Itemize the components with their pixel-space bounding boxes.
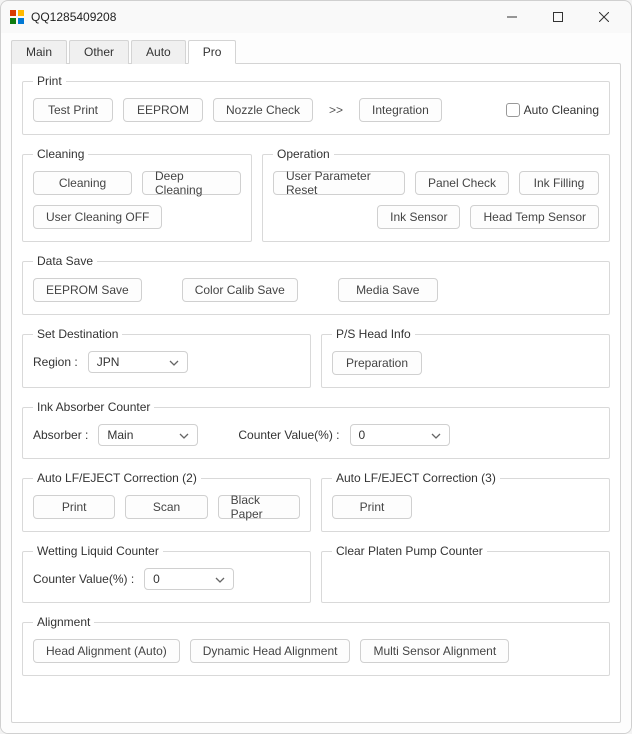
checkbox-icon <box>506 103 520 117</box>
multi-sensor-alignment-button[interactable]: Multi Sensor Alignment <box>360 639 509 663</box>
group-clear-platen-legend: Clear Platen Pump Counter <box>332 544 487 558</box>
dynamic-head-alignment-button[interactable]: Dynamic Head Alignment <box>190 639 351 663</box>
wetting-counter-select[interactable]: 0 <box>144 568 234 590</box>
user-cleaning-off-button[interactable]: User Cleaning OFF <box>33 205 162 229</box>
tab-pane-pro: Print Test Print EEPROM Nozzle Check >> … <box>11 63 621 723</box>
tab-pro[interactable]: Pro <box>188 40 237 64</box>
group-alignment-legend: Alignment <box>33 615 94 629</box>
absorber-select[interactable]: Main <box>98 424 198 446</box>
group-auto-lf-2: Auto LF/EJECT Correction (2) Print Scan … <box>22 471 311 532</box>
group-wetting-legend: Wetting Liquid Counter <box>33 544 163 558</box>
tab-auto[interactable]: Auto <box>131 40 186 64</box>
wetting-counter-label: Counter Value(%) : <box>33 572 134 586</box>
deep-cleaning-button[interactable]: Deep Cleaning <box>142 171 241 195</box>
preparation-button[interactable]: Preparation <box>332 351 422 375</box>
user-parameter-reset-button[interactable]: User Parameter Reset <box>273 171 405 195</box>
group-data-save-legend: Data Save <box>33 254 97 268</box>
group-wetting: Wetting Liquid Counter Counter Value(%) … <box>22 544 311 603</box>
group-auto-lf-2-legend: Auto LF/EJECT Correction (2) <box>33 471 201 485</box>
lf3-print-button[interactable]: Print <box>332 495 412 519</box>
group-alignment: Alignment Head Alignment (Auto) Dynamic … <box>22 615 610 676</box>
ink-filling-button[interactable]: Ink Filling <box>519 171 599 195</box>
ink-sensor-button[interactable]: Ink Sensor <box>377 205 460 229</box>
group-operation: Operation User Parameter Reset Panel Che… <box>262 147 610 242</box>
tab-other[interactable]: Other <box>69 40 129 64</box>
lf2-print-button[interactable]: Print <box>33 495 115 519</box>
lf2-black-paper-button[interactable]: Black Paper <box>218 495 300 519</box>
auto-cleaning-label: Auto Cleaning <box>524 103 599 117</box>
head-temp-sensor-button[interactable]: Head Temp Sensor <box>470 205 599 229</box>
group-print-legend: Print <box>33 74 66 88</box>
integration-button[interactable]: Integration <box>359 98 442 122</box>
region-select[interactable]: JPN <box>88 351 188 373</box>
group-ink-absorber-legend: Ink Absorber Counter <box>33 400 154 414</box>
group-data-save: Data Save EEPROM Save Color Calib Save M… <box>22 254 610 315</box>
close-button[interactable] <box>581 1 627 33</box>
group-set-destination: Set Destination Region : JPN <box>22 327 311 388</box>
counter-value-select[interactable]: 0 <box>350 424 450 446</box>
wetting-counter-value: 0 <box>153 572 160 586</box>
group-cleaning: Cleaning Cleaning Deep Cleaning User Cle… <box>22 147 252 242</box>
nozzle-check-button[interactable]: Nozzle Check <box>213 98 313 122</box>
lf2-scan-button[interactable]: Scan <box>125 495 207 519</box>
group-set-destination-legend: Set Destination <box>33 327 122 341</box>
media-save-button[interactable]: Media Save <box>338 278 438 302</box>
color-calib-save-button[interactable]: Color Calib Save <box>182 278 298 302</box>
tab-strip: Main Other Auto Pro <box>11 40 621 64</box>
eeprom-button[interactable]: EEPROM <box>123 98 203 122</box>
group-auto-lf-3: Auto LF/EJECT Correction (3) Print <box>321 471 610 532</box>
eeprom-save-button[interactable]: EEPROM Save <box>33 278 142 302</box>
chevron-down-icon <box>215 574 225 584</box>
group-ps-head-info: P/S Head Info Preparation <box>321 327 610 388</box>
chevron-down-icon <box>179 430 189 440</box>
test-print-button[interactable]: Test Print <box>33 98 113 122</box>
tab-main[interactable]: Main <box>11 40 67 64</box>
maximize-button[interactable] <box>535 1 581 33</box>
cleaning-button[interactable]: Cleaning <box>33 171 132 195</box>
app-icon <box>9 9 25 25</box>
group-ink-absorber: Ink Absorber Counter Absorber : Main Cou… <box>22 400 610 459</box>
group-clear-platen: Clear Platen Pump Counter <box>321 544 610 603</box>
group-operation-legend: Operation <box>273 147 334 161</box>
group-ps-head-info-legend: P/S Head Info <box>332 327 415 341</box>
client-area: Main Other Auto Pro Print Test Print EEP… <box>1 33 631 733</box>
group-cleaning-legend: Cleaning <box>33 147 88 161</box>
window-title: QQ1285409208 <box>31 10 489 24</box>
auto-cleaning-checkbox[interactable]: Auto Cleaning <box>506 103 599 117</box>
region-label: Region : <box>33 355 78 369</box>
absorber-value: Main <box>107 428 133 442</box>
panel-check-button[interactable]: Panel Check <box>415 171 509 195</box>
chevron-down-icon <box>431 430 441 440</box>
chevron-down-icon <box>169 357 179 367</box>
counter-value: 0 <box>359 428 366 442</box>
title-bar: QQ1285409208 <box>1 1 631 33</box>
app-window: QQ1285409208 Main Other Auto Pro Print T… <box>0 0 632 734</box>
group-auto-lf-3-legend: Auto LF/EJECT Correction (3) <box>332 471 500 485</box>
head-alignment-auto-button[interactable]: Head Alignment (Auto) <box>33 639 180 663</box>
absorber-label: Absorber : <box>33 428 88 442</box>
region-value: JPN <box>97 355 120 369</box>
group-print: Print Test Print EEPROM Nozzle Check >> … <box>22 74 610 135</box>
print-separator: >> <box>323 98 349 122</box>
minimize-button[interactable] <box>489 1 535 33</box>
counter-value-label: Counter Value(%) : <box>238 428 339 442</box>
